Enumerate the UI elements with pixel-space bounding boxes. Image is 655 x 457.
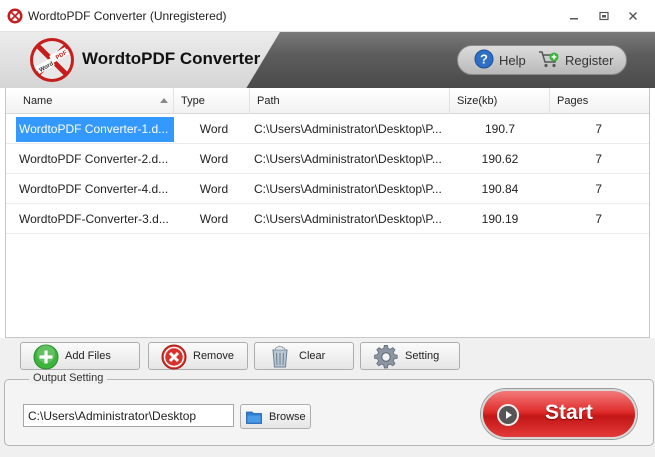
cell-type: Word [199, 182, 229, 196]
column-name-label: Name [23, 95, 53, 107]
app-title: WordtoPDF Converter [82, 49, 261, 68]
shopping-cart-icon [538, 49, 560, 72]
clear-button[interactable]: Clear [254, 342, 354, 370]
setting-button[interactable]: Setting [360, 342, 460, 370]
close-icon[interactable] [625, 8, 641, 24]
cell-pages: 7 [595, 182, 602, 196]
cell-path: C:\Users\Administrator\Desktop\P... [254, 212, 442, 226]
cell-size: 190.62 [481, 152, 519, 166]
cell-pages: 7 [595, 122, 602, 136]
svg-text:?: ? [480, 51, 488, 66]
cell-name: WordtoPDF Converter-4.d... [19, 182, 169, 196]
cell-type: Word [199, 122, 229, 136]
cell-path: C:\Users\Administrator\Desktop\P... [254, 122, 442, 136]
table-header: Name Type Path Size(kb) Pages [6, 88, 649, 114]
table-row[interactable]: WordtoPDF Converter-2.d... Word C:\Users… [6, 144, 649, 174]
column-header-size[interactable]: Size(kb) [450, 88, 550, 114]
cell-size: 190.84 [481, 182, 519, 196]
browse-button[interactable]: Browse [240, 404, 311, 429]
cell-path: C:\Users\Administrator\Desktop\P... [254, 152, 442, 166]
table-row[interactable]: WordtoPDF-Converter-3.d... Word C:\Users… [6, 204, 649, 234]
remove-button[interactable]: Remove [148, 342, 248, 370]
app-header: Word PDF WordtoPDF Converter ? Help Regi… [0, 32, 655, 88]
add-plus-icon [33, 344, 59, 370]
maximize-icon[interactable] [596, 8, 612, 24]
app-icon [7, 8, 23, 24]
trash-bin-icon [267, 344, 293, 370]
cell-pages: 7 [595, 152, 602, 166]
cell-size: 190.19 [481, 212, 519, 226]
output-setting-label: Output Setting [29, 372, 108, 384]
add-files-label: Add Files [65, 350, 111, 362]
browse-label: Browse [269, 411, 306, 423]
title-bar: WordtoPDF Converter (Unregistered) [0, 0, 655, 32]
help-label: Help [499, 52, 526, 68]
remove-label: Remove [193, 350, 234, 362]
help-icon: ? [474, 49, 494, 72]
cell-size: 190.7 [484, 122, 516, 136]
column-header-name[interactable]: Name [16, 88, 174, 114]
gear-icon [373, 344, 399, 370]
cell-path: C:\Users\Administrator\Desktop\P... [254, 182, 442, 196]
output-setting-group: Output Setting Browse Start [4, 372, 654, 446]
table-row[interactable]: WordtoPDF Converter-1.d... Word C:\Users… [6, 114, 649, 144]
sort-ascending-icon [160, 98, 168, 103]
start-label: Start [545, 401, 593, 424]
bottom-panel: Output Setting Browse Start [0, 372, 655, 457]
play-icon [497, 404, 519, 426]
register-button[interactable]: Register [538, 49, 613, 71]
start-button[interactable]: Start [481, 389, 637, 439]
register-label: Register [565, 52, 614, 68]
remove-x-icon [161, 344, 187, 370]
action-toolbar: Add Files Remove Clear Setting [0, 338, 655, 374]
cell-name: WordtoPDF Converter-1.d... [16, 117, 174, 142]
window-title: WordtoPDF Converter (Unregistered) [28, 9, 227, 23]
minimize-icon[interactable] [566, 8, 582, 24]
table-row[interactable]: WordtoPDF Converter-4.d... Word C:\Users… [6, 174, 649, 204]
column-header-pages[interactable]: Pages [550, 88, 649, 114]
help-button[interactable]: ? Help [474, 49, 526, 71]
word-to-pdf-logo-icon: Word PDF [28, 36, 76, 84]
output-path-field[interactable] [23, 404, 234, 427]
file-list-table[interactable]: Name Type Path Size(kb) Pages WordtoPDF … [5, 88, 650, 338]
setting-label: Setting [405, 350, 440, 362]
cell-type: Word [199, 152, 229, 166]
cell-type: Word [199, 212, 229, 226]
cell-name: WordtoPDF-Converter-3.d... [19, 212, 169, 226]
folder-icon [246, 410, 262, 424]
column-header-type[interactable]: Type [174, 88, 250, 114]
cell-name: WordtoPDF Converter-2.d... [19, 152, 169, 166]
cell-pages: 7 [595, 212, 602, 226]
column-header-path[interactable]: Path [250, 88, 450, 114]
clear-label: Clear [299, 350, 326, 362]
add-files-button[interactable]: Add Files [20, 342, 140, 370]
